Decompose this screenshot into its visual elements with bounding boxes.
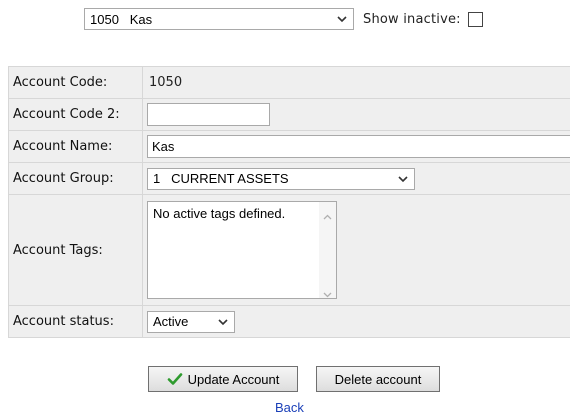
row-account-code: Account Code: 1050 [8,66,570,99]
account-group-value: 1 CURRENT ASSETS [153,171,289,186]
account-name-label: Account Name: [8,130,143,163]
account-status-label: Account status: [8,305,143,338]
account-name-input[interactable]: Kas [147,135,570,158]
account-code-label: Account Code: [8,66,143,99]
account-code-value: 1050 [149,75,183,90]
show-inactive-checkbox[interactable] [467,11,483,27]
top-bar: 1050 Kas Show inactive: [84,8,483,30]
account-tags-placeholder: No active tags defined. [153,206,286,221]
chevron-up-icon[interactable] [323,208,332,220]
account-status-value: Active [153,314,189,329]
account-select-value: 1050 Kas [90,11,153,27]
update-account-label: Update Account [187,371,280,387]
account-code-2-input[interactable] [147,103,270,126]
chevron-down-icon [337,13,347,25]
check-icon [167,372,183,386]
chevron-down-icon [218,316,228,328]
chevron-down-icon [398,173,408,185]
update-account-button[interactable]: Update Account [148,366,298,392]
account-group-label: Account Group: [8,162,143,195]
account-status-select[interactable]: Active [147,310,235,333]
row-account-group: Account Group: 1 CURRENT ASSETS [8,162,570,195]
account-group-select[interactable]: 1 CURRENT ASSETS [147,167,415,190]
account-code-2-label: Account Code 2: [8,98,143,131]
row-account-code-2: Account Code 2: [8,98,570,131]
show-inactive-label: Show inactive: [363,11,461,27]
account-edit-page: 1050 Kas Show inactive: Account Code: 10… [0,0,570,418]
action-buttons: Update Account Delete account [148,366,440,392]
account-tags-label: Account Tags: [8,194,143,306]
delete-account-label: Delete account [334,371,422,387]
account-tags-listbox[interactable]: No active tags defined. [147,201,337,299]
account-form: Account Code: 1050 Account Code 2: Accou… [8,66,570,338]
delete-account-button[interactable]: Delete account [316,366,440,392]
chevron-down-icon[interactable] [323,286,332,298]
back-link[interactable]: Back [275,400,304,415]
account-select[interactable]: 1050 Kas [84,8,354,30]
row-account-status: Account status: Active [8,305,570,338]
row-account-tags: Account Tags: No active tags defined. [8,194,570,306]
row-account-name: Account Name: Kas [8,130,570,163]
tags-scrollbar[interactable] [319,202,336,298]
